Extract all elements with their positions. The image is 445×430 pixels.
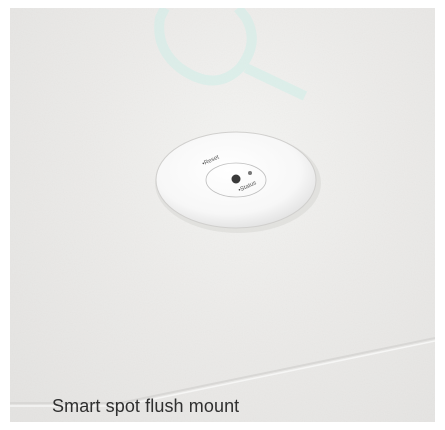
product-photo: •Reset •Status (10, 8, 435, 422)
ceiling-scene (10, 8, 435, 422)
sensor-lens (231, 174, 241, 184)
product-image-card: •Reset •Status Smart spot flush mount (0, 0, 445, 430)
status-led (248, 171, 252, 175)
product-caption: Smart spot flush mount (52, 396, 240, 416)
